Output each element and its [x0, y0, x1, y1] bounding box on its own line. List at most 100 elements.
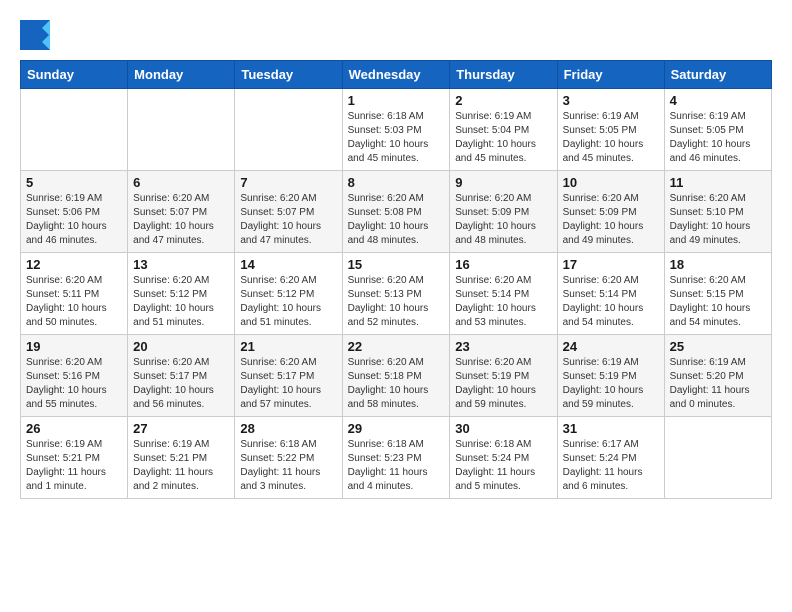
- calendar-week-row: 26 Sunrise: 6:19 AM Sunset: 5:21 PM Dayli…: [21, 417, 772, 499]
- calendar-cell: 11Sunrise: 6:20 AM Sunset: 5:10 PM Dayli…: [664, 171, 771, 253]
- calendar-cell: 2 Sunrise: 6:19 AM Sunset: 5:04 PM Daylig…: [450, 89, 557, 171]
- day-number: 26: [26, 421, 122, 436]
- calendar-week-row: 5 Sunrise: 6:19 AM Sunset: 5:06 PM Daylig…: [21, 171, 772, 253]
- day-info: Sunrise: 6:20 AM Sunset: 5:17 PM Dayligh…: [133, 356, 229, 412]
- calendar-cell: 20 Sunrise: 6:20 AM Sunset: 5:17 PM Dayli…: [128, 335, 235, 417]
- calendar-cell: 16 Sunrise: 6:20 AM Sunset: 5:14 PM Dayli…: [450, 253, 557, 335]
- calendar-day-header: Monday: [128, 61, 235, 89]
- day-info: Sunrise: 6:19 AM Sunset: 5:05 PM Dayligh…: [563, 110, 659, 166]
- day-info: Sunrise: 6:19 AM Sunset: 5:20 PM Dayligh…: [670, 356, 766, 412]
- calendar-cell: 29 Sunrise: 6:18 AM Sunset: 5:23 PM Dayli…: [342, 417, 450, 499]
- day-info: Sunrise: 6:20 AM Sunset: 5:17 PM Dayligh…: [240, 356, 336, 412]
- day-number: 22: [348, 339, 445, 354]
- day-number: 13: [133, 257, 229, 272]
- logo-icon: [20, 20, 50, 50]
- calendar-cell: 9 Sunrise: 6:20 AM Sunset: 5:09 PM Daylig…: [450, 171, 557, 253]
- calendar-cell: [235, 89, 342, 171]
- calendar-cell: 14 Sunrise: 6:20 AM Sunset: 5:12 PM Dayli…: [235, 253, 342, 335]
- day-number: 1: [348, 93, 445, 108]
- calendar-day-header: Wednesday: [342, 61, 450, 89]
- day-number: 30: [455, 421, 551, 436]
- calendar-cell: 21 Sunrise: 6:20 AM Sunset: 5:17 PM Dayli…: [235, 335, 342, 417]
- calendar-cell: [128, 89, 235, 171]
- day-info: Sunrise: 6:20 AM Sunset: 5:13 PM Dayligh…: [348, 274, 445, 330]
- day-info: Sunrise: 6:18 AM Sunset: 5:03 PM Dayligh…: [348, 110, 445, 166]
- day-info: Sunrise: 6:20 AM Sunset: 5:11 PM Dayligh…: [26, 274, 122, 330]
- day-info: Sunrise: 6:20 AM Sunset: 5:07 PM Dayligh…: [240, 192, 336, 248]
- day-number: 16: [455, 257, 551, 272]
- day-number: 20: [133, 339, 229, 354]
- day-info: Sunrise: 6:20 AM Sunset: 5:18 PM Dayligh…: [348, 356, 445, 412]
- day-number: 28: [240, 421, 336, 436]
- day-number: 21: [240, 339, 336, 354]
- day-number: 6: [133, 175, 229, 190]
- day-number: 29: [348, 421, 445, 436]
- calendar-cell: 12 Sunrise: 6:20 AM Sunset: 5:11 PM Dayli…: [21, 253, 128, 335]
- calendar-cell: [21, 89, 128, 171]
- day-number: 12: [26, 257, 122, 272]
- day-info: Sunrise: 6:19 AM Sunset: 5:06 PM Dayligh…: [26, 192, 122, 248]
- calendar-cell: 8Sunrise: 6:20 AM Sunset: 5:08 PM Daylig…: [342, 171, 450, 253]
- calendar-day-header: Friday: [557, 61, 664, 89]
- day-info: Sunrise: 6:20 AM Sunset: 5:16 PM Dayligh…: [26, 356, 122, 412]
- calendar-day-header: Thursday: [450, 61, 557, 89]
- day-number: 2: [455, 93, 551, 108]
- calendar-cell: 26 Sunrise: 6:19 AM Sunset: 5:21 PM Dayli…: [21, 417, 128, 499]
- calendar-day-header: Sunday: [21, 61, 128, 89]
- calendar-cell: 31 Sunrise: 6:17 AM Sunset: 5:24 PM Dayli…: [557, 417, 664, 499]
- day-info: Sunrise: 6:19 AM Sunset: 5:04 PM Dayligh…: [455, 110, 551, 166]
- day-info: Sunrise: 6:20 AM Sunset: 5:14 PM Dayligh…: [455, 274, 551, 330]
- day-number: 5: [26, 175, 122, 190]
- calendar-cell: 22 Sunrise: 6:20 AM Sunset: 5:18 PM Dayli…: [342, 335, 450, 417]
- day-info: Sunrise: 6:20 AM Sunset: 5:07 PM Dayligh…: [133, 192, 229, 248]
- day-number: 7: [240, 175, 336, 190]
- day-info: Sunrise: 6:20 AM Sunset: 5:14 PM Dayligh…: [563, 274, 659, 330]
- day-info: Sunrise: 6:20 AM Sunset: 5:10 PM Dayligh…: [670, 192, 766, 248]
- calendar-day-header: Saturday: [664, 61, 771, 89]
- day-info: Sunrise: 6:19 AM Sunset: 5:05 PM Dayligh…: [670, 110, 766, 166]
- calendar-cell: 15 Sunrise: 6:20 AM Sunset: 5:13 PM Dayli…: [342, 253, 450, 335]
- calendar-cell: 25 Sunrise: 6:19 AM Sunset: 5:20 PM Dayli…: [664, 335, 771, 417]
- day-number: 17: [563, 257, 659, 272]
- day-number: 27: [133, 421, 229, 436]
- calendar-week-row: 12 Sunrise: 6:20 AM Sunset: 5:11 PM Dayli…: [21, 253, 772, 335]
- day-number: 25: [670, 339, 766, 354]
- day-number: 3: [563, 93, 659, 108]
- day-info: Sunrise: 6:20 AM Sunset: 5:12 PM Dayligh…: [240, 274, 336, 330]
- day-info: Sunrise: 6:20 AM Sunset: 5:08 PM Dayligh…: [348, 192, 445, 248]
- day-info: Sunrise: 6:19 AM Sunset: 5:21 PM Dayligh…: [133, 438, 229, 494]
- day-number: 23: [455, 339, 551, 354]
- day-info: Sunrise: 6:18 AM Sunset: 5:23 PM Dayligh…: [348, 438, 445, 494]
- calendar: SundayMondayTuesdayWednesdayThursdayFrid…: [20, 60, 772, 499]
- page-header: [20, 20, 772, 50]
- day-info: Sunrise: 6:19 AM Sunset: 5:21 PM Dayligh…: [26, 438, 122, 494]
- calendar-cell: 6 Sunrise: 6:20 AM Sunset: 5:07 PM Daylig…: [128, 171, 235, 253]
- day-number: 9: [455, 175, 551, 190]
- day-info: Sunrise: 6:20 AM Sunset: 5:15 PM Dayligh…: [670, 274, 766, 330]
- calendar-cell: 10 Sunrise: 6:20 AM Sunset: 5:09 PM Dayli…: [557, 171, 664, 253]
- day-number: 14: [240, 257, 336, 272]
- day-info: Sunrise: 6:19 AM Sunset: 5:19 PM Dayligh…: [563, 356, 659, 412]
- calendar-cell: 18Sunrise: 6:20 AM Sunset: 5:15 PM Dayli…: [664, 253, 771, 335]
- calendar-cell: 27 Sunrise: 6:19 AM Sunset: 5:21 PM Dayli…: [128, 417, 235, 499]
- calendar-cell: 4 Sunrise: 6:19 AM Sunset: 5:05 PM Daylig…: [664, 89, 771, 171]
- calendar-cell: 24Sunrise: 6:19 AM Sunset: 5:19 PM Dayli…: [557, 335, 664, 417]
- calendar-cell: 30Sunrise: 6:18 AM Sunset: 5:24 PM Dayli…: [450, 417, 557, 499]
- day-number: 4: [670, 93, 766, 108]
- calendar-cell: 5 Sunrise: 6:19 AM Sunset: 5:06 PM Daylig…: [21, 171, 128, 253]
- day-number: 15: [348, 257, 445, 272]
- calendar-cell: 17 Sunrise: 6:20 AM Sunset: 5:14 PM Dayli…: [557, 253, 664, 335]
- calendar-cell: 23Sunrise: 6:20 AM Sunset: 5:19 PM Dayli…: [450, 335, 557, 417]
- calendar-cell: [664, 417, 771, 499]
- logo: [20, 20, 54, 50]
- day-number: 31: [563, 421, 659, 436]
- day-info: Sunrise: 6:20 AM Sunset: 5:09 PM Dayligh…: [563, 192, 659, 248]
- calendar-cell: 28Sunrise: 6:18 AM Sunset: 5:22 PM Dayli…: [235, 417, 342, 499]
- calendar-week-row: 1 Sunrise: 6:18 AM Sunset: 5:03 PM Daylig…: [21, 89, 772, 171]
- day-info: Sunrise: 6:20 AM Sunset: 5:09 PM Dayligh…: [455, 192, 551, 248]
- calendar-cell: 13Sunrise: 6:20 AM Sunset: 5:12 PM Dayli…: [128, 253, 235, 335]
- calendar-cell: 19Sunrise: 6:20 AM Sunset: 5:16 PM Dayli…: [21, 335, 128, 417]
- day-info: Sunrise: 6:17 AM Sunset: 5:24 PM Dayligh…: [563, 438, 659, 494]
- day-number: 10: [563, 175, 659, 190]
- calendar-cell: 1 Sunrise: 6:18 AM Sunset: 5:03 PM Daylig…: [342, 89, 450, 171]
